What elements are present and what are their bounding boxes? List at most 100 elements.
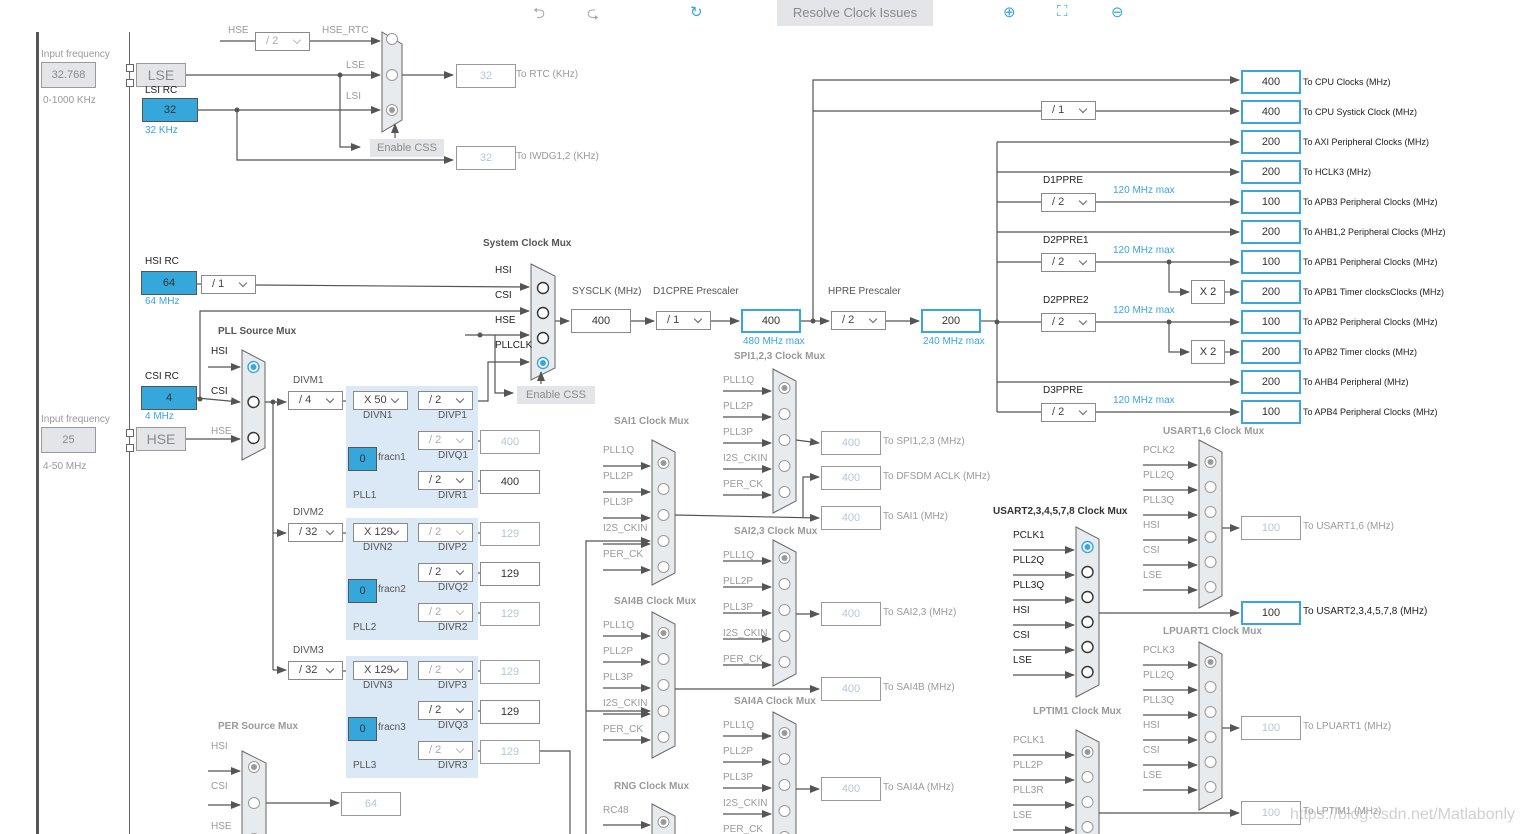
divm3-dropdown[interactable]: / 32 — [288, 661, 343, 680]
mux-radio-option[interactable] — [1204, 506, 1217, 518]
fracn2-field[interactable]: 0 — [348, 579, 377, 603]
divp3-dropdown[interactable]: / 2 — [418, 661, 473, 680]
rtc-enable-css-button[interactable]: Enable CSS — [370, 139, 444, 157]
divp1-dropdown[interactable]: / 2 — [418, 391, 473, 410]
mux-radio-option[interactable] — [657, 483, 670, 495]
mux-radio-option[interactable] — [536, 331, 550, 345]
mux-radio-option[interactable] — [778, 460, 791, 472]
hse-input-frequency-field[interactable]: 25 — [41, 427, 96, 453]
bus-output-field[interactable]: 400 — [1241, 70, 1301, 94]
divq2-dropdown[interactable]: / 2 — [418, 563, 473, 582]
mux-radio-option[interactable] — [386, 69, 398, 81]
bus-output-field[interactable]: 200 — [1241, 160, 1301, 184]
mux-radio-option[interactable] — [1081, 771, 1094, 783]
mux-radio-option[interactable] — [657, 653, 670, 665]
refresh-icon[interactable]: ↻ — [690, 3, 703, 21]
mux-radio-option[interactable] — [1081, 615, 1094, 629]
csi-rc-value[interactable]: 4 — [141, 386, 197, 410]
mux-radio-option[interactable] — [1204, 731, 1217, 743]
mux-radio-option[interactable] — [778, 630, 791, 642]
divq1-dropdown[interactable]: / 2 — [418, 431, 473, 450]
bus-output-field[interactable]: 200 — [1241, 370, 1301, 394]
zoom-out-icon[interactable]: ⊖ — [1111, 3, 1124, 21]
mux-radio-option[interactable] — [657, 679, 670, 691]
resolve-clock-issues-button[interactable]: Resolve Clock Issues — [777, 0, 933, 26]
mux-radio-option[interactable] — [1204, 756, 1217, 768]
divn3-dropdown[interactable]: X 129 — [353, 661, 408, 680]
mux-radio-option[interactable] — [778, 578, 791, 590]
hclk-field[interactable]: 200 — [921, 309, 981, 333]
mux-radio-option[interactable] — [536, 281, 550, 295]
systick-divider-dropdown[interactable]: / 1 — [1041, 101, 1096, 120]
fracn1-field[interactable]: 0 — [348, 447, 377, 471]
divn2-dropdown[interactable]: X 129 — [353, 523, 408, 542]
mux-radio-option[interactable] — [1204, 581, 1217, 593]
bus-output-field[interactable]: 400 — [1241, 100, 1301, 124]
divq3-dropdown[interactable]: / 2 — [418, 701, 473, 720]
mux-radio-option[interactable] — [657, 535, 670, 547]
bus-output-field[interactable]: 200 — [1241, 220, 1301, 244]
bus-output-field[interactable]: 100 — [1241, 190, 1301, 214]
divn1-dropdown[interactable]: X 50 — [353, 391, 408, 410]
mux-radio-option[interactable] — [247, 431, 260, 445]
divr3-dropdown[interactable]: / 2 — [418, 741, 473, 760]
hpre-dropdown[interactable]: / 2 — [831, 311, 886, 330]
hsi-rc-value[interactable]: 64 — [141, 271, 197, 295]
mux-radio-option[interactable] — [536, 306, 550, 320]
undo-icon[interactable]: ⮌ — [533, 3, 545, 28]
divm1-dropdown[interactable]: / 4 — [288, 391, 343, 410]
mux-radio-option[interactable] — [1081, 821, 1094, 833]
bus-output-field[interactable]: 100 — [1241, 310, 1301, 334]
mux-radio-option[interactable] — [386, 33, 398, 45]
mux-radio-option[interactable] — [778, 408, 791, 420]
mux-radio-option[interactable] — [1204, 531, 1217, 543]
mux-radio-option[interactable] — [1204, 706, 1217, 718]
bus-output-field[interactable]: 100 — [1241, 400, 1301, 424]
prescaler-dropdown[interactable]: / 2 — [1041, 253, 1096, 272]
bus-output-field[interactable]: 200 — [1241, 340, 1301, 364]
hsi-divider-dropdown[interactable]: / 1 — [201, 275, 256, 294]
mux-radio-option[interactable] — [1081, 590, 1094, 604]
divr1-dropdown[interactable]: / 2 — [418, 471, 473, 490]
bus-output-field[interactable]: 100 — [1241, 250, 1301, 274]
system-enable-css-button[interactable]: Enable CSS — [517, 386, 595, 404]
mux-radio-option[interactable] — [657, 731, 670, 743]
prescaler-dropdown[interactable]: / 2 — [1041, 403, 1096, 422]
mux-radio-option[interactable] — [778, 434, 791, 446]
divm2-dropdown[interactable]: / 32 — [288, 523, 343, 542]
fit-screen-icon[interactable]: ⛶ — [1057, 3, 1068, 20]
usart234578-output-field[interactable]: 100 — [1241, 601, 1301, 625]
fracn3-field[interactable]: 0 — [348, 717, 377, 741]
redo-icon[interactable]: ⮎ — [587, 3, 599, 28]
divr2-dropdown[interactable]: / 2 — [418, 603, 473, 622]
mux-radio-option[interactable] — [1204, 681, 1217, 693]
d1cpre-dropdown[interactable]: / 1 — [656, 311, 711, 330]
mux-radio-option[interactable] — [248, 797, 260, 809]
prescaler-dropdown[interactable]: / 2 — [1041, 193, 1096, 212]
mux-radio-option[interactable] — [778, 656, 791, 668]
bus-output-field[interactable]: 200 — [1241, 280, 1301, 304]
mux-radio-option[interactable] — [247, 395, 260, 409]
cpu-clock-field[interactable]: 400 — [741, 309, 801, 333]
prescaler-dropdown[interactable]: / 2 — [1041, 313, 1096, 332]
mux-radio-option[interactable] — [778, 779, 791, 791]
lse-input-frequency-field[interactable]: 32.768 — [41, 62, 96, 88]
mux-radio-option[interactable] — [1081, 665, 1094, 679]
mux-radio-option[interactable] — [778, 805, 791, 817]
mux-radio-option[interactable] — [657, 561, 670, 573]
mux-radio-option[interactable] — [1204, 556, 1217, 568]
mux-radio-option[interactable] — [657, 705, 670, 717]
zoom-in-icon[interactable]: ⊕ — [1003, 3, 1016, 21]
lsi-rc-value[interactable]: 32 — [142, 98, 198, 122]
mux-radio-option[interactable] — [1204, 481, 1217, 493]
divp2-dropdown[interactable]: / 2 — [418, 523, 473, 542]
mux-radio-option[interactable] — [1081, 640, 1094, 654]
bus-output-field[interactable]: 200 — [1241, 130, 1301, 154]
mux-radio-option[interactable] — [657, 509, 670, 521]
mux-radio-option[interactable] — [778, 753, 791, 765]
rtc-hse-divider-dropdown[interactable]: / 2 — [255, 32, 310, 51]
mux-radio-option[interactable] — [1204, 781, 1217, 793]
mux-radio-option[interactable] — [1081, 796, 1094, 808]
mux-radio-option[interactable] — [1081, 565, 1094, 579]
mux-radio-option[interactable] — [778, 604, 791, 616]
